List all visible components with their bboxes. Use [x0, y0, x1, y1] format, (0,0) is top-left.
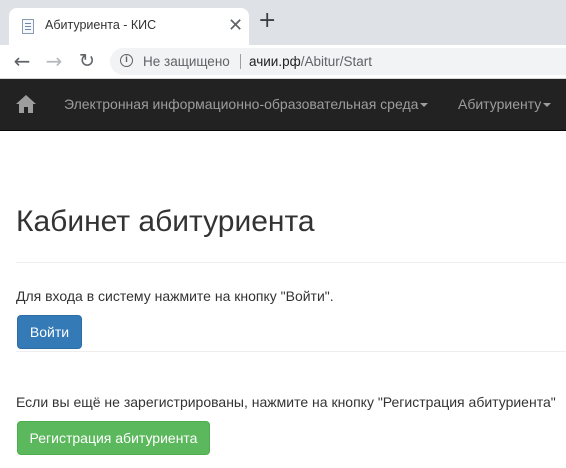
home-icon[interactable] — [16, 95, 36, 113]
browser-tabstrip: Абитуриента - КИС ✕ + — [0, 0, 566, 45]
page-favicon-icon — [22, 19, 34, 34]
register-button[interactable]: Регистрация абитуриента — [17, 421, 210, 455]
caret-down-icon — [420, 103, 429, 108]
nav-item-ios[interactable]: Электронная информационно-образовательна… — [64, 96, 429, 112]
page-title: Кабинет абитуриента — [16, 205, 315, 238]
security-status[interactable]: Не защищено — [143, 54, 230, 69]
registration-instructions: Если вы ещё не зарегистрированы, нажмите… — [16, 394, 556, 410]
nav-item-ios-label: Электронная информационно-образовательна… — [64, 96, 419, 112]
url-path: /Abitur/Start — [300, 54, 372, 69]
address-divider — [240, 54, 241, 69]
nav-item-abiturientu-label: Абитуриенту — [458, 96, 542, 112]
site-navbar: Электронная информационно-образовательна… — [0, 79, 566, 131]
login-button[interactable]: Войти — [17, 315, 82, 349]
login-instructions: Для входа в систему нажмите на кнопку "В… — [16, 288, 334, 304]
info-icon[interactable]: i — [120, 54, 133, 67]
divider — [16, 262, 566, 263]
forward-arrow-icon[interactable]: → — [42, 49, 66, 73]
url-text[interactable]: ачии.рф/Abitur/Start — [249, 54, 372, 69]
browser-toolbar: ← → ↻ i Не защищено ачии.рф/Abitur/Start — [0, 45, 566, 79]
back-arrow-icon[interactable]: ← — [10, 49, 34, 73]
tab-title: Абитуриента - КИС — [45, 18, 157, 32]
nav-item-abiturientu[interactable]: Абитуриенту — [458, 96, 552, 112]
reload-icon[interactable]: ↻ — [75, 49, 99, 73]
address-bar[interactable]: i Не защищено ачии.рф/Abitur/Start — [110, 48, 566, 75]
url-host: ачии.рф — [249, 54, 301, 69]
divider — [16, 351, 566, 352]
caret-down-icon — [543, 103, 552, 108]
browser-tab[interactable]: Абитуриента - КИС ✕ — [9, 8, 249, 45]
new-tab-icon[interactable]: + — [258, 10, 276, 32]
close-tab-icon[interactable]: ✕ — [228, 17, 243, 35]
